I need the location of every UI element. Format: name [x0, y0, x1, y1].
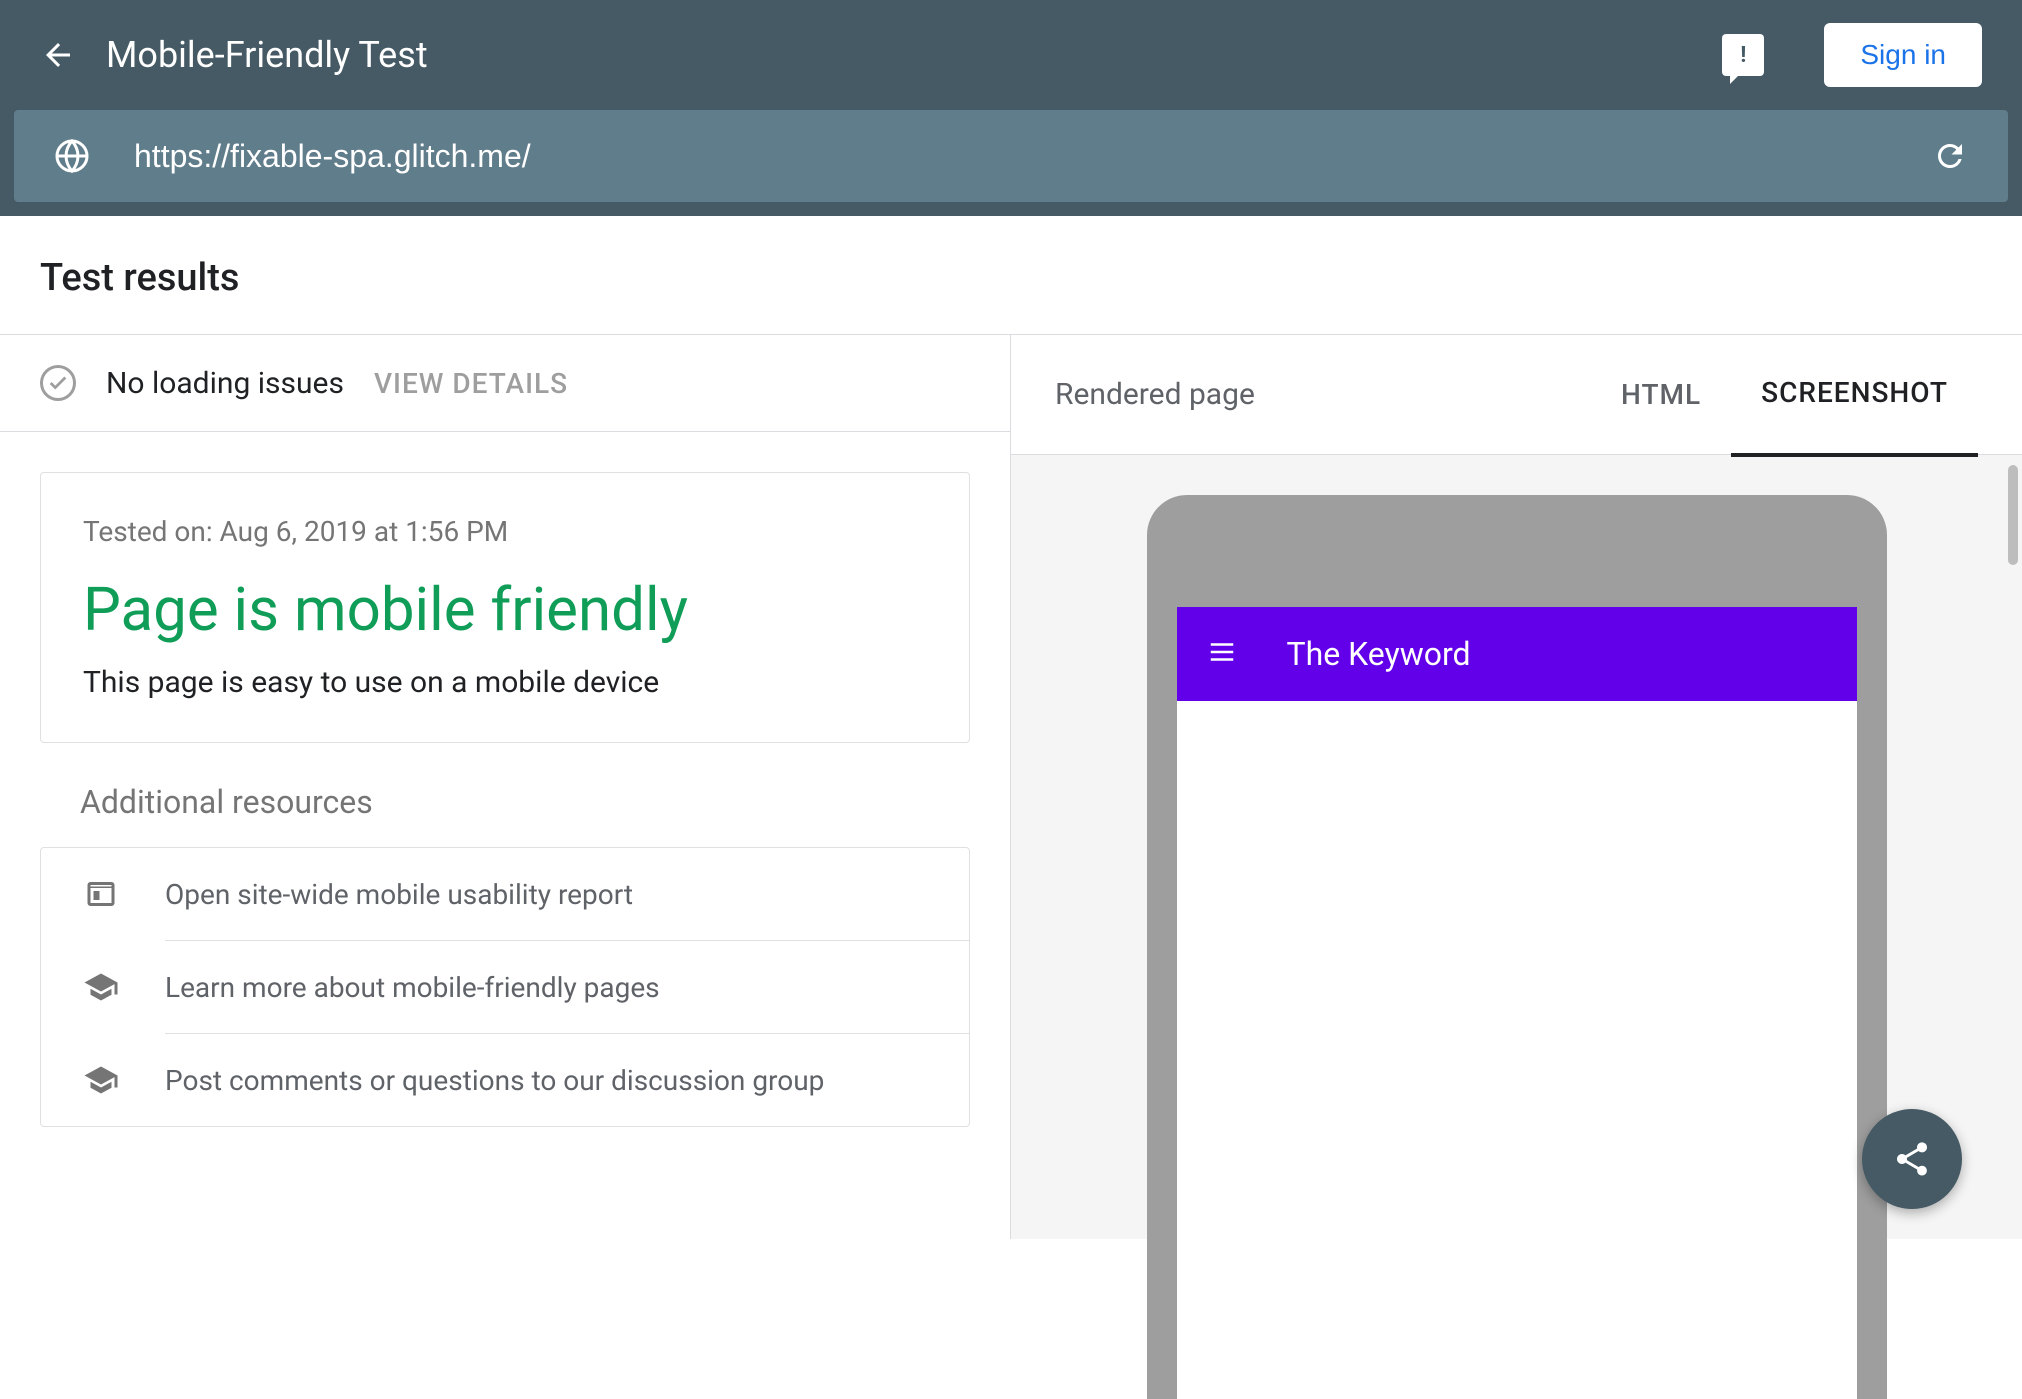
check-circle-icon	[40, 365, 76, 401]
resource-label: Learn more about mobile-friendly pages	[165, 971, 660, 1004]
resource-item-discussion[interactable]: Post comments or questions to our discus…	[41, 1034, 969, 1126]
app-title: Mobile-Friendly Test	[106, 34, 1692, 76]
tab-screenshot[interactable]: SCREENSHOT	[1731, 332, 1978, 457]
share-icon	[1892, 1139, 1932, 1179]
loading-status-row: No loading issues VIEW DETAILS	[0, 335, 1010, 432]
resource-label: Open site-wide mobile usability report	[165, 878, 633, 911]
resource-label: Post comments or questions to our discus…	[165, 1064, 824, 1097]
view-details-button[interactable]: VIEW DETAILS	[374, 367, 568, 400]
feedback-icon[interactable]: !	[1722, 34, 1764, 76]
url-bar-container	[0, 110, 2022, 216]
tested-on-text: Tested on: Aug 6, 2019 at 1:56 PM	[83, 515, 927, 548]
signin-button[interactable]: Sign in	[1824, 23, 1982, 87]
scrollbar-indicator[interactable]	[2008, 465, 2018, 565]
phone-page-title: The Keyword	[1287, 635, 1471, 673]
phone-screen: The Keyword	[1177, 607, 1857, 1399]
exclaim-icon: !	[1740, 43, 1746, 68]
back-arrow-icon[interactable]	[40, 37, 76, 73]
result-headline: Page is mobile friendly	[83, 574, 927, 645]
result-card: Tested on: Aug 6, 2019 at 1:56 PM Page i…	[40, 472, 970, 743]
loading-status-text: No loading issues	[106, 366, 344, 401]
graduation-cap-icon	[81, 969, 121, 1005]
right-panel-header: Rendered page HTML SCREENSHOT	[1011, 335, 2022, 455]
result-subtext: This page is easy to use on a mobile dev…	[83, 665, 927, 700]
app-header: Mobile-Friendly Test ! Sign in	[0, 0, 2022, 110]
main-content: No loading issues VIEW DETAILS Tested on…	[0, 335, 2022, 1239]
hamburger-icon	[1207, 637, 1237, 671]
left-panel: No loading issues VIEW DETAILS Tested on…	[0, 335, 1011, 1239]
resource-item-usability-report[interactable]: Open site-wide mobile usability report	[41, 848, 969, 940]
refresh-icon[interactable]	[1932, 138, 1968, 174]
section-title: Test results	[40, 256, 1982, 300]
url-bar	[14, 110, 2008, 202]
tab-html[interactable]: HTML	[1591, 334, 1731, 455]
resources-card: Open site-wide mobile usability report L…	[40, 847, 970, 1127]
globe-icon	[54, 138, 90, 174]
phone-preview: The Keyword	[1147, 495, 1887, 1399]
resources-title: Additional resources	[0, 783, 1010, 847]
share-button[interactable]	[1862, 1109, 1962, 1209]
webpage-icon	[81, 876, 121, 912]
rendered-page-label: Rendered page	[1055, 377, 1591, 412]
section-title-bar: Test results	[0, 216, 2022, 335]
resource-item-learn-more[interactable]: Learn more about mobile-friendly pages	[41, 941, 969, 1033]
graduation-cap-icon	[81, 1062, 121, 1098]
phone-header: The Keyword	[1177, 607, 1857, 701]
right-panel: Rendered page HTML SCREENSHOT The Keywor…	[1011, 335, 2022, 1239]
url-input[interactable]	[134, 138, 1888, 175]
